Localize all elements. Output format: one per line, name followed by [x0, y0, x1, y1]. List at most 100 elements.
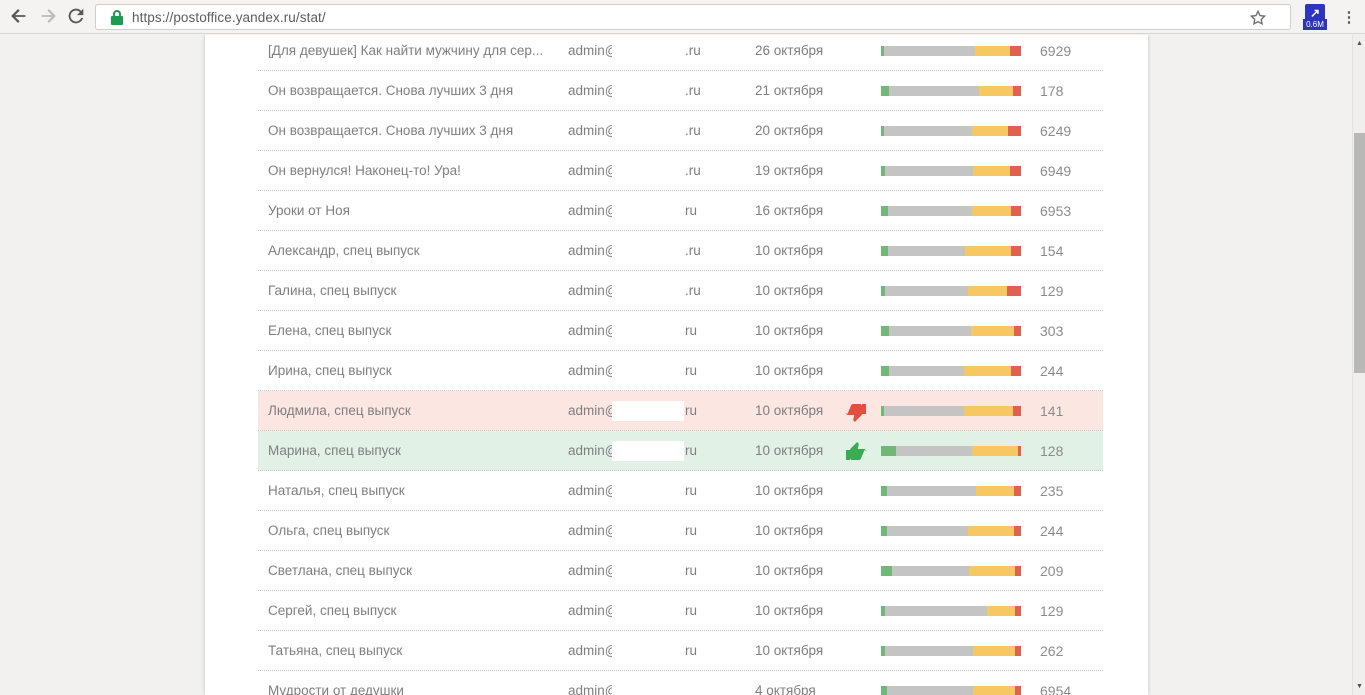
bar-gray-segment [885, 646, 973, 656]
bar-gray-segment [889, 86, 979, 96]
scroll-down-icon[interactable]: ▼ [1353, 680, 1365, 693]
scrollbar-thumb[interactable] [1354, 133, 1365, 373]
table-row[interactable]: Наталья, спец выпуск admin@ ru 10 октябр… [258, 471, 1103, 511]
open-count: 6949 [1040, 151, 1071, 191]
sender-email: admin@ [568, 431, 618, 471]
engagement-bar [881, 366, 1021, 376]
engagement-bar [881, 86, 1021, 96]
open-count: 6953 [1040, 191, 1071, 231]
table-row[interactable]: Галина, спец выпуск admin@ .ru 10 октябр… [258, 271, 1103, 311]
engagement-bar [881, 526, 1021, 536]
sender-email-domain-suffix: ru [685, 191, 697, 231]
campaign-subject: Уроки от Ноя [268, 191, 563, 231]
table-row[interactable]: Александр, спец выпуск admin@ .ru 10 окт… [258, 231, 1103, 271]
bar-yellow-segment [965, 246, 1011, 256]
send-date: 19 октября [755, 151, 823, 191]
engagement-bar [881, 566, 1021, 576]
open-count: 244 [1040, 351, 1063, 391]
bar-red-segment [1015, 686, 1021, 695]
bar-green-segment [881, 566, 892, 576]
sender-email: admin@ [568, 151, 618, 191]
email-redaction [612, 681, 684, 695]
email-redaction [612, 241, 684, 261]
bookmark-star-icon[interactable] [1248, 8, 1268, 28]
open-count: 6929 [1040, 35, 1071, 71]
sender-email-domain-suffix: ru [685, 391, 697, 431]
sender-email: admin@ [568, 111, 618, 151]
table-row[interactable]: Елена, спец выпуск admin@ ru 10 октября … [258, 311, 1103, 351]
table-row[interactable]: Мудрости от дедушки admin@ 4 октября 695… [258, 671, 1103, 695]
open-count: 209 [1040, 551, 1063, 591]
bar-red-segment [1007, 286, 1021, 296]
sender-email-domain-suffix: ru [685, 431, 697, 471]
engagement-bar [881, 446, 1021, 456]
bar-yellow-segment [964, 366, 1012, 376]
back-icon[interactable] [7, 5, 31, 29]
send-date: 10 октября [755, 551, 823, 591]
open-count: 128 [1040, 431, 1063, 471]
scrollbar[interactable]: ▲ ▼ [1352, 35, 1365, 695]
email-redaction [612, 521, 684, 541]
table-row[interactable]: Светлана, спец выпуск admin@ ru 10 октяб… [258, 551, 1103, 591]
campaign-subject: Людмила, спец выпуск [268, 391, 563, 431]
send-date: 10 октября [755, 231, 823, 271]
bar-red-segment [1015, 566, 1021, 576]
address-bar[interactable]: https://postoffice.yandex.ru/stat/ [95, 4, 1291, 30]
sender-email-domain-suffix: .ru [685, 71, 701, 111]
open-count: 235 [1040, 471, 1063, 511]
bar-red-segment [1010, 46, 1021, 56]
campaign-subject: Александр, спец выпуск [268, 231, 563, 271]
url-text[interactable]: https://postoffice.yandex.ru/stat/ [132, 10, 326, 25]
browser-toolbar: https://postoffice.yandex.ru/stat/ ↗ 0.6… [0, 0, 1365, 34]
forward-icon[interactable] [36, 5, 60, 29]
chrome-menu-icon[interactable]: ⋮ [1338, 5, 1360, 29]
sender-email: admin@ [568, 271, 618, 311]
bar-yellow-segment [972, 126, 1008, 136]
refresh-icon[interactable] [64, 5, 88, 29]
scroll-up-icon[interactable]: ▲ [1353, 37, 1365, 50]
bar-red-segment [1015, 646, 1021, 656]
sender-email-domain-suffix: .ru [685, 111, 701, 151]
sender-email: admin@ [568, 591, 618, 631]
table-row[interactable]: Ирина, спец выпуск admin@ ru 10 октября … [258, 351, 1103, 391]
engagement-bar [881, 406, 1021, 416]
sender-email: admin@ [568, 391, 618, 431]
table-row[interactable]: Марина, спец выпуск admin@ ru 10 октября… [258, 431, 1103, 471]
bar-red-segment [1011, 366, 1021, 376]
bar-gray-segment [889, 326, 970, 336]
sender-email-domain-suffix: .ru [685, 231, 701, 271]
campaign-subject: Мудрости от дедушки [268, 671, 563, 695]
table-row[interactable]: Ольга, спец выпуск admin@ ru 10 октября … [258, 511, 1103, 551]
bar-gray-segment [887, 486, 977, 496]
send-date: 10 октября [755, 311, 823, 351]
sender-email-domain-suffix: ru [685, 631, 697, 671]
table-row[interactable]: Он возвращается. Снова лучших 3 дня admi… [258, 71, 1103, 111]
email-redaction [612, 481, 684, 501]
table-row[interactable]: Людмила, спец выпуск admin@ ru 10 октябр… [258, 391, 1103, 431]
engagement-bar [881, 326, 1021, 336]
table-row[interactable]: Татьяна, спец выпуск admin@ ru 10 октябр… [258, 631, 1103, 671]
engagement-bar [881, 46, 1021, 56]
campaign-subject: Сергей, спец выпуск [268, 591, 563, 631]
campaign-subject: Он возвращается. Снова лучших 3 дня [268, 71, 563, 111]
extension-counter-icon[interactable]: ↗ 0.6M [1303, 4, 1329, 30]
table-row[interactable]: Уроки от Ноя admin@ ru 16 октября 6953 [258, 191, 1103, 231]
sender-email-domain-suffix: ru [685, 311, 697, 351]
email-redaction [612, 41, 684, 61]
table-row[interactable]: Сергей, спец выпуск admin@ ru 10 октября… [258, 591, 1103, 631]
bar-yellow-segment [987, 606, 1015, 616]
open-count: 6954 [1040, 671, 1071, 695]
sender-email: admin@ [568, 231, 618, 271]
engagement-bar [881, 686, 1021, 695]
bar-red-segment [1011, 206, 1021, 216]
bar-yellow-segment [976, 486, 1014, 496]
sender-email: admin@ [568, 631, 618, 671]
table-row[interactable]: [Для девушек] Как найти мужчину для сер.… [258, 35, 1103, 71]
table-row[interactable]: Он вернулся! Наконец-то! Ура! admin@ .ru… [258, 151, 1103, 191]
table-row[interactable]: Он возвращается. Снова лучших 3 дня admi… [258, 111, 1103, 151]
campaign-subject: Марина, спец выпуск [268, 431, 563, 471]
bar-yellow-segment [973, 646, 1015, 656]
campaign-subject: Он возвращается. Снова лучших 3 дня [268, 111, 563, 151]
bar-yellow-segment [972, 206, 1011, 216]
page-background: [Для девушек] Как найти мужчину для сер.… [0, 35, 1352, 695]
